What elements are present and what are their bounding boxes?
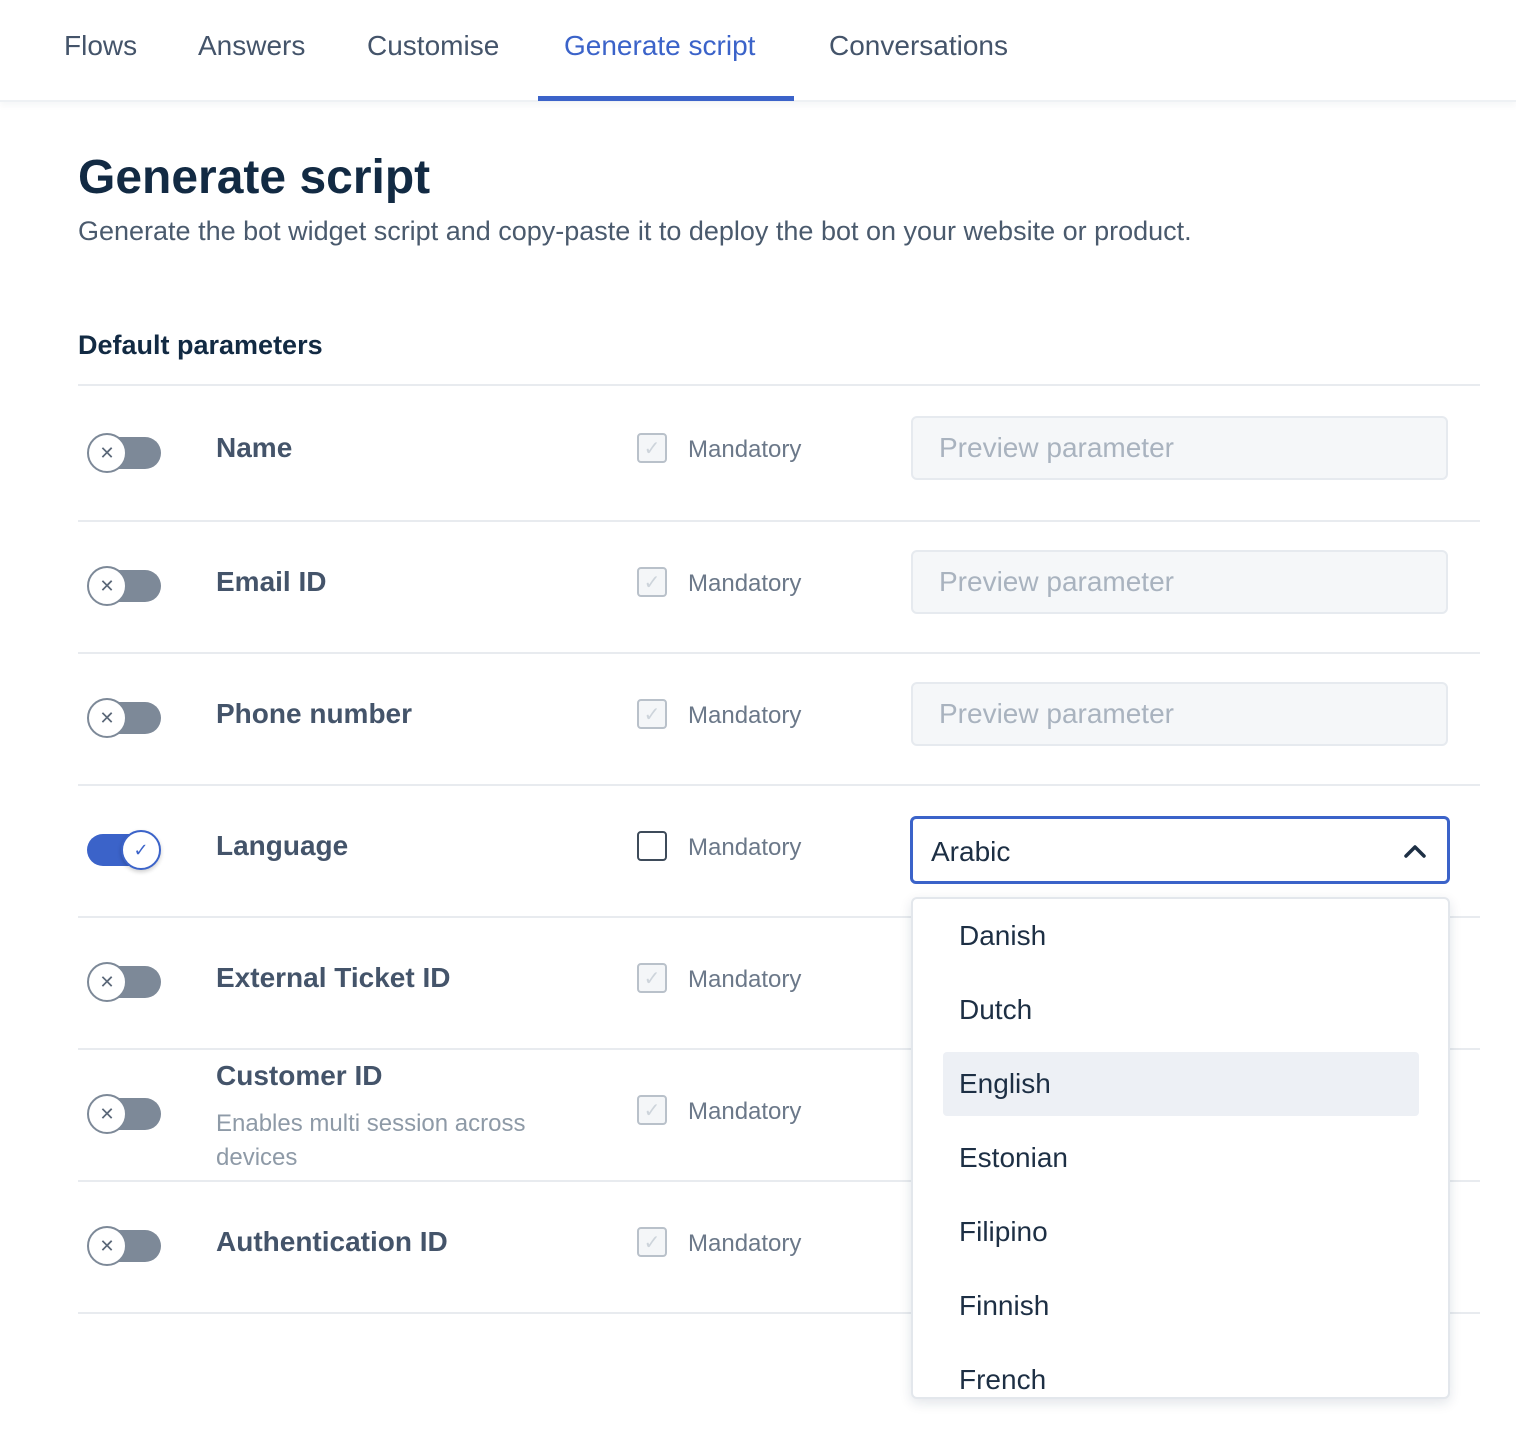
mandatory-label: Mandatory <box>688 834 802 861</box>
toggle-email-id[interactable]: ✕ <box>87 566 161 606</box>
toggle-customer-id[interactable]: ✕ <box>87 1094 161 1134</box>
section-title: Default parameters <box>78 330 323 360</box>
tab-customise[interactable]: Customise <box>367 30 499 62</box>
check-icon: ✓ <box>643 967 661 990</box>
mandatory-label: Mandatory <box>688 1230 802 1257</box>
divider <box>78 652 1480 654</box>
preview-parameter-input-phone-number[interactable] <box>911 682 1448 746</box>
preview-parameter-input-email-id[interactable] <box>911 550 1448 614</box>
mandatory-checkbox-authentication-id[interactable]: ✓ <box>637 1227 667 1257</box>
mandatory-checkbox-email-id[interactable]: ✓ <box>637 567 667 597</box>
close-icon: ✕ <box>87 566 127 606</box>
page-title: Generate script <box>78 151 431 204</box>
active-tab-indicator <box>538 96 794 101</box>
tab-generate-script[interactable]: Generate script <box>564 30 755 62</box>
preview-parameter-input-name[interactable] <box>911 416 1448 480</box>
toggle-authentication-id[interactable]: ✕ <box>87 1226 161 1266</box>
top-nav: Flows Answers Customise Generate script … <box>0 0 1516 102</box>
close-icon: ✕ <box>87 962 127 1002</box>
mandatory-label: Mandatory <box>688 436 802 463</box>
check-icon: ✓ <box>643 703 661 726</box>
dropdown-option-estonian[interactable]: Estonian <box>943 1126 1419 1190</box>
param-label-authentication-id: Authentication ID <box>216 1226 448 1257</box>
mandatory-checkbox-phone-number[interactable]: ✓ <box>637 699 667 729</box>
mandatory-label: Mandatory <box>688 966 802 993</box>
page-description: Generate the bot widget script and copy-… <box>78 216 1192 246</box>
mandatory-checkbox-external-ticket-id[interactable]: ✓ <box>637 963 667 993</box>
divider <box>78 520 1480 522</box>
param-label-external-ticket-id: External Ticket ID <box>216 962 451 993</box>
close-icon: ✕ <box>87 698 127 738</box>
check-icon: ✓ <box>643 1099 661 1122</box>
language-dropdown-menu: Danish Dutch English Estonian Filipino F… <box>911 897 1450 1399</box>
mandatory-label: Mandatory <box>688 570 802 597</box>
mandatory-label: Mandatory <box>688 1098 802 1125</box>
mandatory-checkbox-name[interactable]: ✓ <box>637 433 667 463</box>
language-select-value: Arabic <box>931 836 1011 867</box>
divider <box>78 784 1480 786</box>
param-label-name: Name <box>216 432 293 463</box>
param-hint-customer-id: Enables multi session across devices <box>216 1110 526 1171</box>
close-icon: ✕ <box>87 1094 127 1134</box>
check-icon: ✓ <box>643 1231 661 1254</box>
tab-flows[interactable]: Flows <box>64 30 137 62</box>
close-icon: ✕ <box>87 1226 127 1266</box>
dropdown-option-english[interactable]: English <box>943 1052 1419 1116</box>
language-select[interactable]: Arabic <box>910 816 1450 884</box>
toggle-phone-number[interactable]: ✕ <box>87 698 161 738</box>
toggle-language[interactable]: ✓ <box>87 830 161 870</box>
check-icon: ✓ <box>643 437 661 460</box>
dropdown-option-french[interactable]: French <box>943 1348 1419 1397</box>
toggle-external-ticket-id[interactable]: ✕ <box>87 962 161 1002</box>
param-label-email-id: Email ID <box>216 566 327 597</box>
toggle-name[interactable]: ✕ <box>87 433 161 473</box>
check-icon: ✓ <box>643 571 661 594</box>
dropdown-option-dutch[interactable]: Dutch <box>943 978 1419 1042</box>
dropdown-option-finnish[interactable]: Finnish <box>943 1274 1419 1338</box>
chevron-up-icon <box>1404 845 1426 858</box>
check-icon: ✓ <box>121 830 161 870</box>
param-label-customer-id: Customer ID <box>216 1060 383 1091</box>
tab-answers[interactable]: Answers <box>198 30 305 62</box>
mandatory-checkbox-customer-id[interactable]: ✓ <box>637 1095 667 1125</box>
divider <box>78 384 1480 386</box>
mandatory-checkbox-language[interactable] <box>637 831 667 861</box>
param-label-language: Language <box>216 830 349 861</box>
close-icon: ✕ <box>87 433 127 473</box>
dropdown-option-filipino[interactable]: Filipino <box>943 1200 1419 1264</box>
mandatory-label: Mandatory <box>688 702 802 729</box>
tab-conversations[interactable]: Conversations <box>829 30 1008 62</box>
param-label-phone-number: Phone number <box>216 698 413 729</box>
dropdown-option-danish[interactable]: Danish <box>943 904 1419 968</box>
